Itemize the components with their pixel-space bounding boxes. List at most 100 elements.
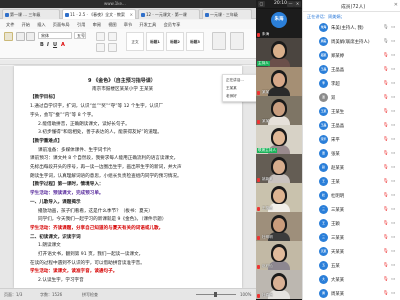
participant-row[interactable]: 郑某 郑某婷 🎙 ▭ [303, 49, 400, 63]
video-tile[interactable]: 杜明明 [256, 212, 302, 241]
camera-icon[interactable]: ▭ [391, 193, 397, 199]
restore-icon[interactable]: ▢ [258, 1, 265, 7]
menu-item[interactable]: 开发工具 [139, 22, 156, 28]
menu-item[interactable]: 审阅 [93, 22, 101, 28]
menu-item[interactable]: 视图 [108, 22, 116, 28]
participant-row[interactable]: 杜杜明明 🎙 ▭ [303, 189, 400, 203]
mic-icon[interactable]: 🎙 [383, 193, 389, 199]
close-icon[interactable]: × [130, 10, 133, 19]
text-tools-icon[interactable] [212, 32, 226, 50]
participant-row[interactable]: 朱海 朱美(主持人, 我) 🎙 ▭ [303, 21, 400, 35]
minimize-icon[interactable]: — [287, 1, 294, 7]
zoom-slider-handle[interactable] [214, 292, 217, 297]
camera-icon[interactable]: ▭ [391, 291, 397, 297]
mic-icon[interactable]: 🎙 [383, 53, 389, 59]
menu-item[interactable]: 引用 [77, 22, 85, 28]
style-heading1[interactable]: 标题1 [146, 32, 164, 51]
participant-row[interactable]: 三三某某 🎙 ▭ [303, 203, 400, 217]
mic-icon[interactable]: 🎙 [383, 137, 389, 143]
status-spell[interactable]: 拼写检查 [82, 292, 98, 298]
camera-icon[interactable]: ▭ [391, 109, 397, 115]
align-left-icon[interactable] [96, 43, 105, 52]
participant-row[interactable]: 王晶 王晶晶 🎙 ▭ [303, 119, 400, 133]
underline-button[interactable]: U [53, 42, 57, 48]
mic-icon[interactable]: 🎙 [383, 291, 389, 297]
font-name-select[interactable]: 宋体 [38, 32, 72, 39]
video-tile[interactable]: 杜春梅 [256, 270, 302, 299]
mic-icon[interactable]: 🎙 [383, 221, 389, 227]
doc-tab[interactable]: 第一课 ... 三年级 [2, 9, 60, 19]
mic-icon[interactable]: 🎙 [383, 25, 389, 31]
doc-tab[interactable]: 一元课 · 三年级 [202, 9, 252, 19]
mic-icon[interactable]: 🎙 [383, 39, 389, 45]
menu-item[interactable]: 插入 [37, 22, 45, 28]
mic-icon[interactable]: 🎙 [383, 95, 389, 101]
menu-item[interactable]: 开始 [22, 22, 30, 28]
participant-row[interactable]: 宋平 宋平 🎙 ▭ [303, 133, 400, 147]
camera-icon[interactable]: ▭ [391, 179, 397, 185]
video-tile[interactable]: 某某 [256, 67, 302, 96]
close-icon[interactable]: ✕ [294, 1, 301, 7]
camera-icon[interactable]: ▭ [391, 249, 397, 255]
participant-row[interactable]: 大大某某 🎙 ▭ [303, 273, 400, 287]
font-color-button[interactable]: A [61, 42, 65, 48]
menu-item[interactable]: 会员专享 [164, 22, 181, 28]
video-tile[interactable]: 王晶晶 [256, 183, 302, 212]
participant-row[interactable]: 周美 周美娟(联席主持人) 🎙 ▭ [303, 35, 400, 49]
camera-icon[interactable]: ▭ [391, 81, 397, 87]
camera-icon[interactable]: ▭ [391, 165, 397, 171]
find-replace-icon[interactable] [230, 32, 244, 50]
mic-icon[interactable]: 🎙 [383, 277, 389, 283]
participant-row[interactable]: 王晶 王晶晶 🎙 ▭ [303, 63, 400, 77]
style-heading3[interactable]: 标题3 [186, 32, 204, 51]
video-tile[interactable]: 朱海 朱海 [256, 9, 302, 38]
camera-icon[interactable]: ▭ [391, 39, 397, 45]
camera-icon[interactable]: ▭ [391, 221, 397, 227]
camera-icon[interactable]: ▭ [391, 25, 397, 31]
bold-button[interactable]: B [40, 42, 44, 48]
video-tile[interactable]: 姚新某 [256, 154, 302, 183]
participant-row[interactable]: 王某 王某生 🎙 ▭ [303, 105, 400, 119]
camera-icon[interactable]: ▭ [391, 207, 397, 213]
doc-tab-active[interactable]: 11 · 2.5 · 《春夜》全文 · 教案 × [62, 9, 136, 19]
mic-icon[interactable]: 🎙 [383, 235, 389, 241]
participant-row[interactable]: 周周某某 🎙 ▭ [303, 287, 400, 300]
mic-icon[interactable]: 🎙 [383, 249, 389, 255]
participant-row[interactable]: 五五某 🎙 ▭ [303, 259, 400, 273]
mic-icon[interactable]: 🎙 [383, 207, 389, 213]
mic-icon[interactable]: 🎙 [383, 179, 389, 185]
cut-icon[interactable] [16, 32, 25, 41]
video-tile[interactable]: 赵欣怡 [256, 241, 302, 270]
camera-icon[interactable]: ▭ [391, 151, 397, 157]
numbered-list-icon[interactable] [108, 32, 117, 41]
document-page[interactable]: 9 《金色》（自主预习指导课） 南京市鼓楼区某某小学 王某某 【教学目标】 1.通过自… [14, 66, 242, 288]
font-size-select[interactable]: 五号 [74, 32, 86, 39]
camera-icon[interactable]: ▭ [391, 67, 397, 73]
camera-icon[interactable]: ▭ [391, 123, 397, 129]
participant-row[interactable]: 赵赵某某 🎙 ▭ [303, 161, 400, 175]
participant-row[interactable]: 李李超 🎙 ▭ [303, 77, 400, 91]
camera-icon[interactable]: ▭ [391, 95, 397, 101]
video-tile[interactable]: 联席主持人 [256, 125, 302, 154]
camera-icon[interactable]: ▭ [391, 263, 397, 269]
camera-icon[interactable]: ▭ [391, 53, 397, 59]
participant-row[interactable]: 双双 🎙 ▭ [303, 91, 400, 105]
camera-icon[interactable]: ▭ [391, 137, 397, 143]
participant-row[interactable]: 三三某某 🎙 ▭ [303, 231, 400, 245]
mic-icon[interactable]: 🎙 [383, 151, 389, 157]
paste-icon[interactable] [4, 32, 13, 41]
mic-icon[interactable]: 🎙 [383, 165, 389, 171]
mic-icon[interactable]: 🎙 [383, 263, 389, 269]
style-heading2[interactable]: 标题2 [166, 32, 184, 51]
menu-item[interactable]: 章节 [124, 22, 132, 28]
participant-row[interactable]: 王王某 🎙 ▭ [303, 175, 400, 189]
style-normal[interactable]: 正文 [126, 32, 144, 51]
mic-icon[interactable]: 🎙 [383, 109, 389, 115]
participant-row[interactable]: 天某 天某某 🎙 ▭ [303, 245, 400, 259]
participant-row[interactable]: 张张某 🎙 ▭ [303, 147, 400, 161]
menu-item[interactable]: 文件 [6, 22, 14, 28]
format-painter-icon[interactable] [26, 32, 35, 41]
menu-item[interactable]: 页面布局 [53, 22, 70, 28]
camera-icon[interactable]: ▭ [391, 235, 397, 241]
italic-button[interactable]: I [47, 42, 49, 48]
